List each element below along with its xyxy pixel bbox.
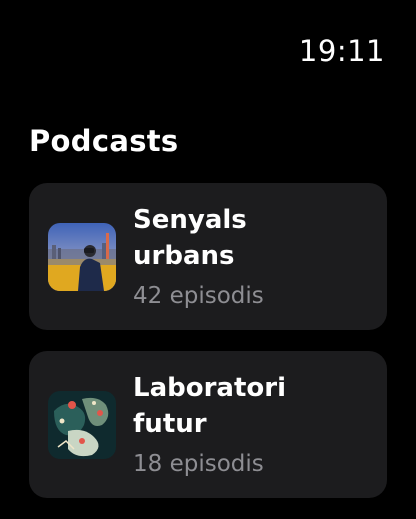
page-title: Podcasts bbox=[29, 124, 179, 158]
podcast-title-line2: futur bbox=[133, 409, 207, 439]
abstract-map-artwork-icon bbox=[48, 391, 116, 459]
podcast-title-line1: Laboratori bbox=[133, 373, 286, 403]
city-photo-artwork-icon bbox=[48, 223, 116, 291]
podcast-card-laboratori-futur[interactable]: Laboratori futur 18 episodis bbox=[29, 351, 387, 498]
podcast-title-line1: Senyals bbox=[133, 205, 247, 235]
podcast-title-line2: urbans bbox=[133, 241, 235, 271]
episode-count: 42 episodis bbox=[133, 283, 264, 309]
podcast-list: Senyals urbans 42 episodis Laboratori fu… bbox=[29, 183, 387, 519]
podcast-info: Laboratori futur 18 episodis bbox=[133, 370, 373, 477]
episode-count: 18 episodis bbox=[133, 451, 264, 477]
status-time: 19:11 bbox=[298, 34, 385, 68]
podcast-card-senyals-urbans[interactable]: Senyals urbans 42 episodis bbox=[29, 183, 387, 330]
podcast-title: Laboratori futur bbox=[133, 370, 373, 442]
podcast-info: Senyals urbans 42 episodis bbox=[133, 202, 373, 309]
podcast-title: Senyals urbans bbox=[133, 202, 373, 274]
